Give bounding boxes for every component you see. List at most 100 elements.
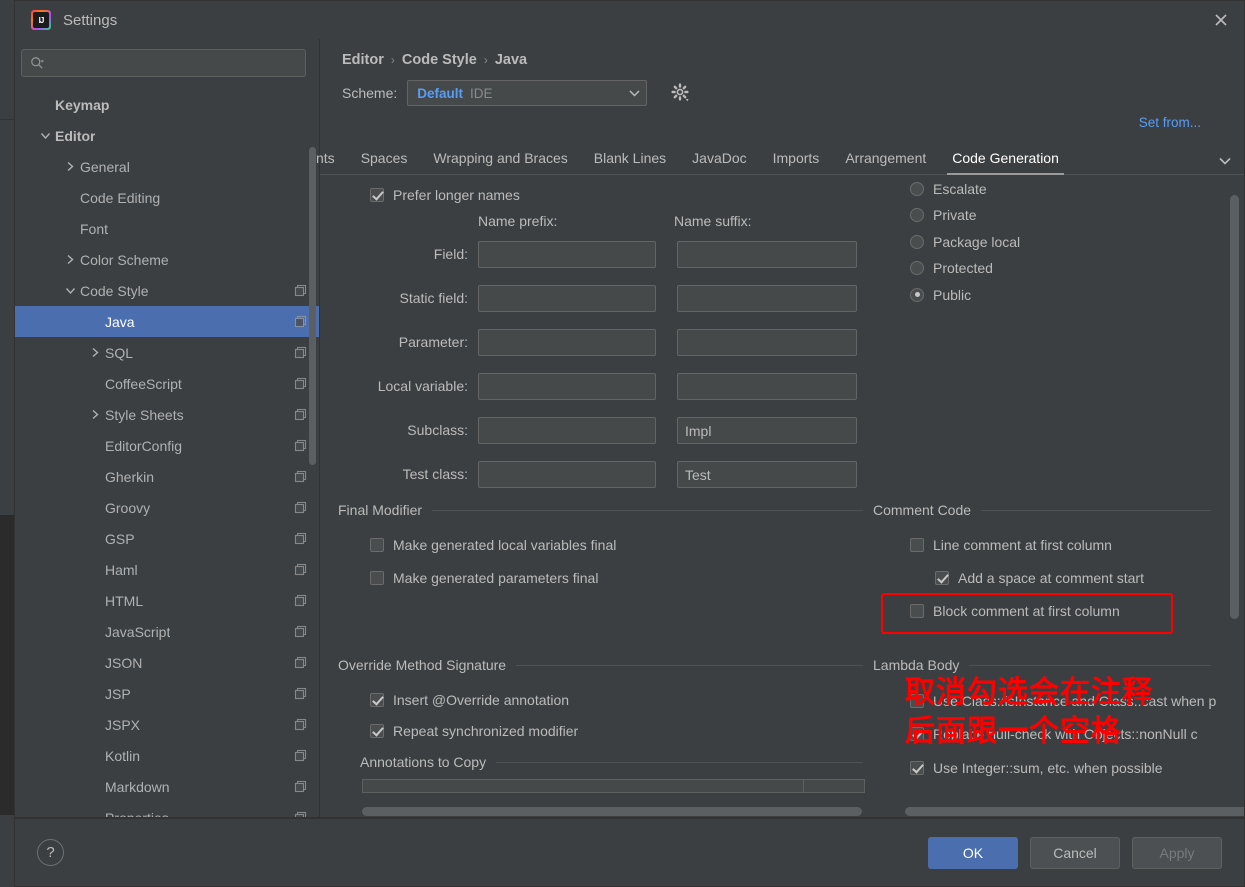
line-comment-first-column-row[interactable]: Line comment at first column (910, 537, 1112, 553)
prefer-longer-names-row[interactable]: Prefer longer names (370, 187, 520, 203)
sidebar-item-html[interactable]: HTML (15, 585, 319, 616)
tab-nts[interactable]: nts (316, 150, 348, 174)
name-prefix-input[interactable] (478, 329, 656, 356)
chevron-right-icon[interactable] (64, 253, 77, 266)
sidebar-item-editor[interactable]: Editor (15, 120, 319, 151)
cancel-button[interactable]: Cancel (1030, 836, 1120, 869)
sidebar-item-gherkin[interactable]: Gherkin (15, 461, 319, 492)
block-comment-first-column-checkbox[interactable] (910, 604, 924, 618)
name-prefix-input[interactable] (478, 285, 656, 312)
scheme-dropdown[interactable]: Default IDE (407, 80, 648, 106)
add-space-comment-start-checkbox[interactable] (935, 571, 949, 585)
sidebar-item-style-sheets[interactable]: Style Sheets (15, 399, 319, 430)
chevron-right-icon[interactable] (89, 346, 102, 359)
add-space-comment-start-row[interactable]: Add a space at comment start (935, 570, 1144, 586)
sidebar-item-code-editing[interactable]: Code Editing (15, 182, 319, 213)
make-local-vars-final-checkbox[interactable] (370, 538, 384, 552)
name-suffix-input[interactable] (677, 329, 857, 356)
tab-code-generation[interactable]: Code Generation (939, 150, 1072, 175)
use-integer-sum-row[interactable]: Use Integer::sum, etc. when possible (910, 760, 1163, 776)
sidebar-item-jsp[interactable]: JSP (15, 678, 319, 709)
chevron-right-icon[interactable] (89, 408, 102, 421)
chevron-down-icon[interactable] (64, 284, 77, 297)
tab-spaces[interactable]: Spaces (348, 150, 421, 174)
make-local-vars-final-row[interactable]: Make generated local variables final (370, 537, 616, 553)
insert-override-annotation-checkbox[interactable] (370, 693, 384, 707)
gear-icon[interactable] (671, 83, 691, 103)
radio-button[interactable] (910, 261, 924, 276)
breadcrumb-segment-3[interactable]: Java (495, 52, 527, 68)
ok-button[interactable]: OK (928, 836, 1018, 869)
sidebar-item-haml[interactable]: Haml (15, 554, 319, 585)
sidebar-item-color-scheme[interactable]: Color Scheme (15, 244, 319, 275)
sidebar-item-properties[interactable]: Properties (15, 802, 319, 817)
search-box[interactable] (21, 49, 306, 77)
sidebar-item-font[interactable]: Font (15, 213, 319, 244)
apply-button[interactable]: Apply (1132, 836, 1222, 869)
name-suffix-input[interactable] (677, 241, 857, 268)
sidebar-item-sql[interactable]: SQL (15, 337, 319, 368)
replace-null-check-row[interactable]: Replace null-check with Objects::nonNull… (910, 726, 1198, 742)
name-suffix-input[interactable] (677, 461, 857, 488)
breadcrumb-segment-1[interactable]: Editor (342, 52, 384, 68)
form-vertical-scrollbar-thumb[interactable] (1230, 195, 1239, 619)
radio-button[interactable] (910, 182, 924, 196)
breadcrumb-segment-2[interactable]: Code Style (402, 52, 477, 68)
use-integer-sum-checkbox[interactable] (910, 761, 924, 775)
chevron-down-icon[interactable] (39, 129, 52, 142)
sidebar-item-code-style[interactable]: Code Style (15, 275, 319, 306)
name-prefix-input[interactable] (478, 373, 656, 400)
prefer-longer-names-checkbox[interactable] (370, 188, 384, 202)
tab-javadoc[interactable]: JavaDoc (679, 150, 759, 174)
form-horizontal-scrollbar-thumb[interactable] (362, 807, 862, 816)
name-suffix-input[interactable] (677, 373, 857, 400)
sidebar-item-json[interactable]: JSON (15, 647, 319, 678)
radio-button[interactable] (910, 208, 924, 223)
code-style-tabs[interactable]: nts Spaces Wrapping and Braces Blank Lines J… (316, 141, 1244, 175)
chevron-right-icon[interactable] (64, 160, 77, 173)
line-comment-first-column-checkbox[interactable] (910, 538, 924, 552)
block-comment-first-column-row[interactable]: Block comment at first column (910, 603, 1120, 619)
repeat-synchronized-modifier-row[interactable]: Repeat synchronized modifier (370, 723, 578, 739)
visibility-radio-escalate[interactable]: Escalate (910, 181, 987, 197)
set-from-link[interactable]: Set from... (1139, 115, 1201, 130)
sidebar-item-editorconfig[interactable]: EditorConfig (15, 430, 319, 461)
close-icon[interactable] (1198, 1, 1244, 39)
insert-override-annotation-row[interactable]: Insert @Override annotation (370, 692, 569, 708)
sidebar-item-keymap[interactable]: Keymap (15, 89, 319, 120)
visibility-radio-public[interactable]: Public (910, 287, 971, 303)
tab-blank-lines[interactable]: Blank Lines (581, 150, 679, 174)
settings-tree[interactable]: Keymap Editor General Code Editing Font Color… (15, 85, 319, 817)
sidebar-item-gsp[interactable]: GSP (15, 523, 319, 554)
form-horizontal-scrollbar-thumb-right[interactable] (905, 807, 1244, 816)
use-class-isinstance-row[interactable]: Use Class::isInstance and Class::cast wh… (910, 693, 1216, 709)
use-class-isinstance-checkbox[interactable] (910, 694, 924, 708)
sidebar-item-coffeescript[interactable]: CoffeeScript (15, 368, 319, 399)
sidebar-item-jspx[interactable]: JSPX (15, 709, 319, 740)
name-prefix-input[interactable] (478, 417, 656, 444)
name-prefix-input[interactable] (478, 461, 656, 488)
repeat-synchronized-modifier-checkbox[interactable] (370, 724, 384, 738)
visibility-radio-private[interactable]: Private (910, 207, 977, 223)
annotations-to-copy-table[interactable] (362, 779, 865, 793)
search-input[interactable] (49, 55, 297, 71)
help-button[interactable]: ? (37, 839, 64, 866)
sidebar-scrollbar[interactable] (309, 147, 316, 465)
sidebar-item-markdown[interactable]: Markdown (15, 771, 319, 802)
tab-arrangement[interactable]: Arrangement (832, 150, 939, 174)
name-prefix-input[interactable] (478, 241, 656, 268)
tab-imports[interactable]: Imports (760, 150, 833, 174)
sidebar-item-java[interactable]: Java (15, 306, 319, 337)
name-suffix-input[interactable] (677, 417, 857, 444)
make-params-final-row[interactable]: Make generated parameters final (370, 570, 598, 586)
replace-null-check-checkbox[interactable] (910, 727, 924, 741)
name-suffix-input[interactable] (677, 285, 857, 312)
visibility-radio-package-local[interactable]: Package local (910, 234, 1020, 250)
make-params-final-checkbox[interactable] (370, 571, 384, 585)
form-horizontal-scrollbar-track[interactable] (320, 806, 1244, 817)
tab-wrapping-and-braces[interactable]: Wrapping and Braces (420, 150, 580, 174)
radio-button[interactable] (910, 287, 924, 302)
sidebar-item-groovy[interactable]: Groovy (15, 492, 319, 523)
sidebar-item-kotlin[interactable]: Kotlin (15, 740, 319, 771)
radio-button[interactable] (910, 234, 924, 249)
